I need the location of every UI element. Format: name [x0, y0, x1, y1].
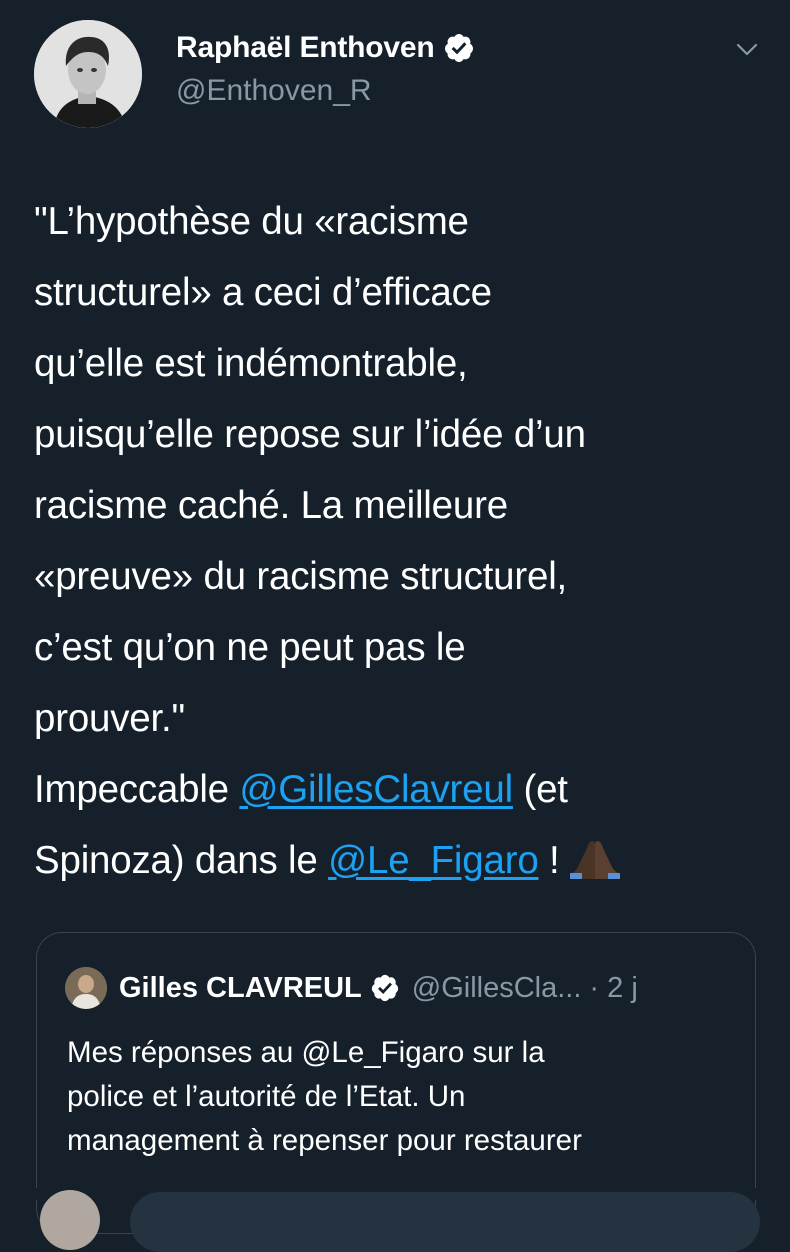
tweet-text-segment: Impeccable [34, 768, 240, 811]
tweet-line: qu’elle est indémontrable, [34, 342, 468, 385]
quoted-author-name[interactable]: Gilles CLAVREUL [119, 972, 362, 1005]
tweet-line: prouver." [34, 697, 185, 740]
author-handle[interactable]: @Enthoven_R [176, 74, 372, 108]
author-name-row[interactable]: Raphaël Enthoven [176, 28, 475, 68]
tweet: Raphaël Enthoven @Enthoven_R "L’hypothès… [0, 0, 790, 1252]
quoted-line: management à repenser pour restaurer [67, 1124, 582, 1157]
quoted-header: Gilles CLAVREUL @GillesCla... · 2 j [119, 967, 638, 1009]
tweet-line: racisme caché. La meilleure [34, 484, 508, 527]
quoted-author-avatar[interactable] [65, 967, 107, 1009]
current-user-avatar[interactable] [40, 1190, 100, 1250]
quoted-line: Mes réponses au @Le_Figaro sur la [67, 1036, 545, 1069]
quoted-author-handle[interactable]: @GillesCla... [412, 972, 582, 1005]
verified-badge-icon [444, 34, 473, 62]
tweet-line: Spinoza) dans le @Le_Figaro ! [34, 825, 764, 896]
verified-badge-icon [371, 974, 398, 1002]
quoted-line: police et l’autorité de l’Etat. Un [67, 1080, 466, 1113]
tweet-line: c’est qu’on ne peut pas le [34, 626, 466, 669]
mention-link-gillesclavreul[interactable]: @GillesClavreul [239, 768, 513, 811]
folded-hands-emoji-icon [569, 841, 620, 879]
quoted-text: Mes réponses au @Le_Figaro sur la police… [67, 1031, 737, 1163]
tweet-text: "L’hypothèse du «racisme structurel» a c… [34, 186, 764, 896]
tweet-line: «preuve» du racisme structurel, [34, 555, 568, 598]
tweet-text-segment: ! [538, 839, 560, 882]
quoted-timestamp[interactable]: · 2 j [589, 972, 637, 1005]
tweet-line: Impeccable @GillesClavreul (et [34, 754, 764, 825]
mention-link-le-figaro[interactable]: @Le_Figaro [328, 839, 539, 882]
tweet-line: puisqu’elle repose sur l’idée d’un [34, 413, 586, 456]
tweet-text-segment: Spinoza) dans le [34, 839, 329, 882]
author-avatar[interactable] [34, 20, 142, 128]
author-name[interactable]: Raphaël Enthoven [176, 31, 435, 65]
reply-input[interactable] [130, 1192, 760, 1252]
tweet-line: structurel» a ceci d’efficace [34, 271, 492, 314]
tweet-line: "L’hypothèse du «racisme [34, 200, 469, 243]
tweet-text-segment: (et [512, 768, 568, 811]
chevron-down-icon[interactable] [734, 36, 760, 62]
